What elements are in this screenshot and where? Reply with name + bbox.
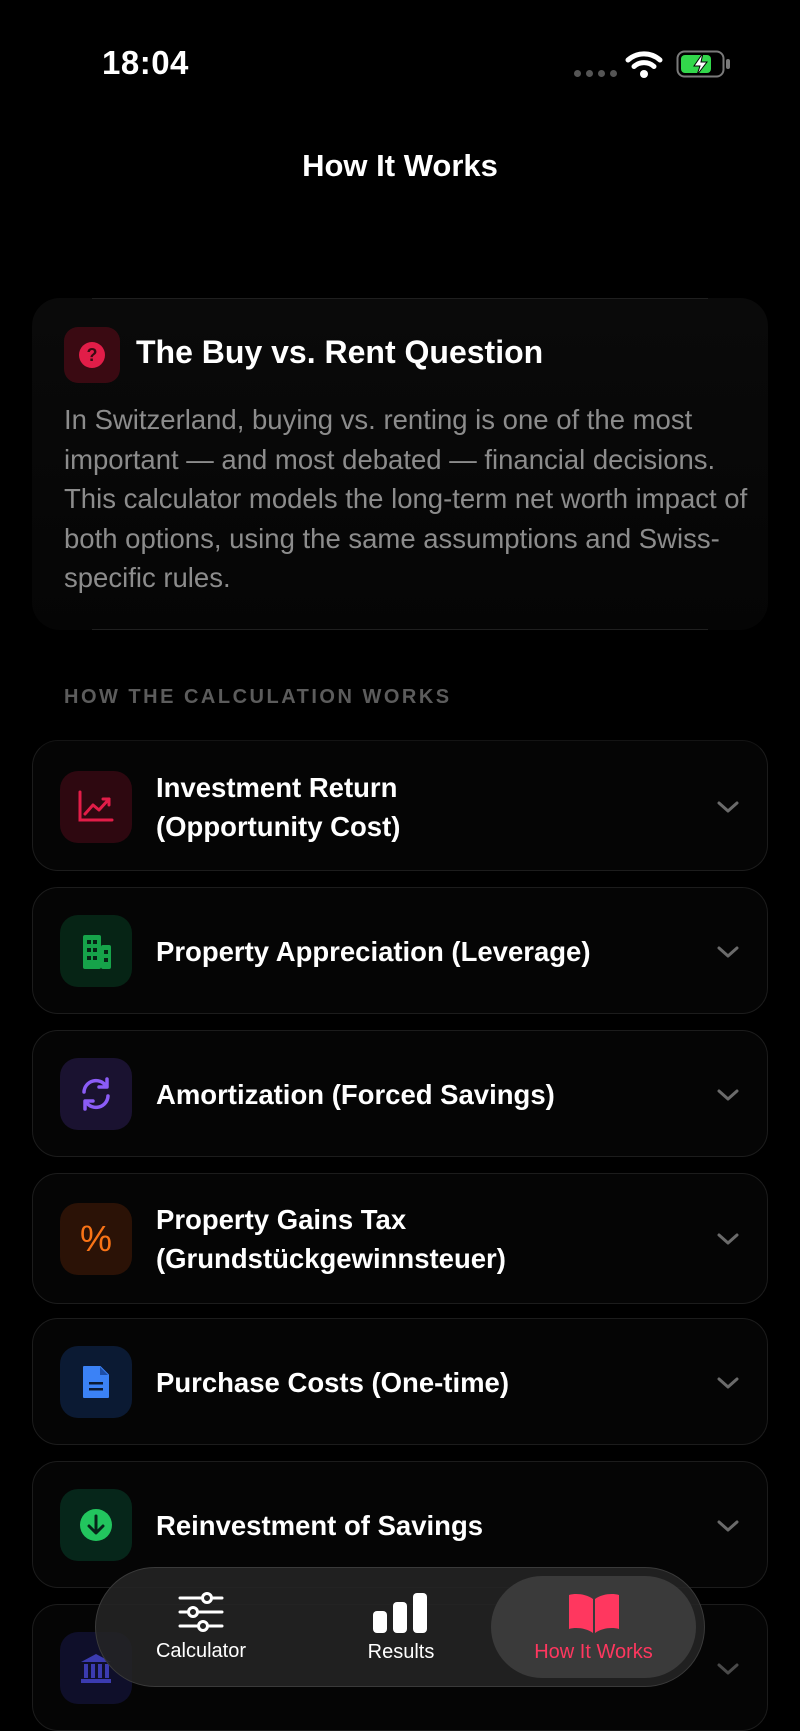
row-label: Property Appreciation (Leverage) (156, 936, 591, 967)
row-label: Reinvestment of Savings (156, 1510, 484, 1541)
row-property-appreciation[interactable]: Property Appreciation (Leverage) (32, 887, 768, 1014)
row-property-gains-tax[interactable]: % Property Gains Tax (Grundstückgewinnste… (32, 1173, 768, 1304)
building-icon (60, 915, 132, 987)
intro-card: ? The Buy vs. Rent Question In Switzerla… (32, 298, 768, 630)
row-investment-return[interactable]: Investment Return (Opportunity Cost) (32, 740, 768, 871)
wifi-icon (625, 51, 663, 78)
intro-body: In Switzerland, buying vs. renting is on… (64, 404, 748, 593)
row-label: Investment Return (Opportunity Cost) (156, 772, 401, 842)
book-icon (568, 1593, 619, 1633)
chevron-down-icon (717, 946, 739, 958)
status-time: 18:04 (102, 44, 189, 81)
cycle-arrows-icon (60, 1058, 132, 1130)
document-icon (60, 1346, 132, 1418)
intro-title: The Buy vs. Rent Question (136, 334, 544, 370)
row-amortization[interactable]: Amortization (Forced Savings) (32, 1030, 768, 1157)
status-bar: 18:04 (0, 0, 800, 120)
page-title: How It Works (302, 148, 498, 183)
tab-label: How It Works (534, 1640, 653, 1663)
chevron-down-icon (717, 801, 739, 813)
row-label: Amortization (Forced Savings) (156, 1079, 555, 1110)
tab-label: Results (367, 1640, 435, 1663)
tab-how-it-works[interactable]: How It Works (491, 1576, 696, 1678)
chevron-down-icon (717, 1233, 739, 1245)
tab-calculator[interactable]: Calculator (116, 1576, 286, 1678)
percent-icon: % (60, 1203, 132, 1275)
tab-bar: Calculator Results How It Works (95, 1567, 705, 1687)
section-header: HOW THE CALCULATION WORKS (64, 686, 452, 708)
cellular-signal-icon (574, 70, 617, 77)
chevron-down-icon (717, 1377, 739, 1389)
row-label: Purchase Costs (One-time) (156, 1367, 510, 1398)
row-purchase-costs[interactable]: Purchase Costs (One-time) (32, 1318, 768, 1445)
sliders-icon (178, 1591, 224, 1632)
chevron-down-icon (717, 1089, 739, 1101)
battery-charging-icon (676, 50, 730, 78)
chart-line-up-icon (60, 771, 132, 843)
row-label: Property Gains Tax (Grundstückgewinnsteue… (156, 1204, 506, 1274)
question-icon: ? (64, 327, 120, 383)
arrow-down-circle-icon (60, 1489, 132, 1561)
chevron-down-icon (717, 1663, 739, 1675)
chevron-down-icon (717, 1520, 739, 1532)
tab-label: Calculator (155, 1639, 247, 1662)
bar-chart-icon (373, 1592, 427, 1633)
tab-results[interactable]: Results (316, 1576, 486, 1678)
